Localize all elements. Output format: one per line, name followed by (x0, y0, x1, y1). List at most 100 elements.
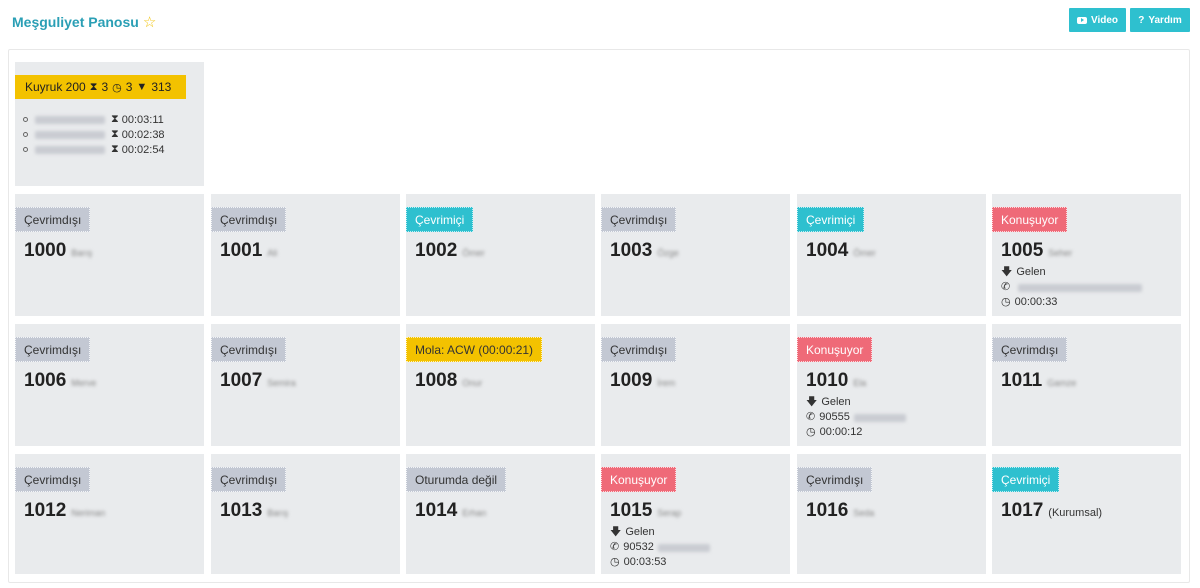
agent-card[interactable]: Konuşuyor 1005 Seher 🡇 Gelen ✆ ◷ 00:00:33 (992, 194, 1181, 316)
help-button[interactable]: ? Yardım (1130, 8, 1190, 32)
status-badge: Çevrimdışı (15, 207, 91, 232)
queue-call-item: 05313712182 ⧗ 00:03:11 (23, 112, 165, 127)
extension-number: 1005 (1001, 240, 1044, 261)
agent-card[interactable]: Çevrimdışı 1000 Barış (15, 194, 204, 316)
clock-icon: ◷ (112, 81, 122, 94)
extension-number: 1010 (806, 370, 849, 391)
agent-card[interactable]: Çevrimdışı 1001 Ali (211, 194, 400, 316)
caller-number: 05313712182 (35, 115, 105, 124)
page-header: Meşguliyet Panosu ☆ Video ? Yardım (0, 0, 1200, 44)
status-label: Çevrimdışı (24, 342, 82, 357)
status-label: Çevrimdışı (1001, 342, 1059, 357)
agent-name: Erhan (462, 508, 487, 518)
extension-block: 1013 Barış (220, 500, 288, 522)
status-badge: Mola: ACW (00:00:21) (406, 337, 543, 362)
status-label: Çevrimiçi (1001, 472, 1051, 487)
status-badge: Çevrimdışı (601, 337, 677, 362)
agent-name: (Kurumsal) (1048, 507, 1103, 519)
call-duration: 00:00:12 (819, 426, 863, 438)
agent-card[interactable]: Mola: ACW (00:00:21) 1008 Onur (406, 324, 595, 446)
call-duration: 00:00:33 (1014, 296, 1058, 308)
agent-card[interactable]: Çevrimdışı 1007 Semira (211, 324, 400, 446)
bullet-icon (23, 132, 28, 137)
agent-card[interactable]: Konuşuyor 1010 Ela 🡇 Gelen ✆ 90555 ◷ 00:00:12 (797, 324, 986, 446)
agent-name: Neriman (71, 508, 106, 518)
call-direction: Gelen (1016, 266, 1046, 278)
extension-number: 1006 (24, 370, 67, 391)
queue-call-list: 05313712182 ⧗ 00:03:11 05057965295 ⧗ 00:… (23, 112, 165, 157)
clock-icon: ◷ (806, 426, 816, 438)
help-button-label: Yardım (1148, 14, 1182, 26)
extension-number: 1011 (1001, 370, 1043, 391)
status-badge: Çevrimdışı (211, 207, 287, 232)
phone-icon: ✆ (806, 411, 816, 423)
agent-card[interactable]: Çevrimdışı 1011 Gamze (992, 324, 1181, 446)
status-badge: Konuşuyor (601, 467, 677, 492)
video-button[interactable]: Video (1069, 8, 1126, 32)
extension-block: 1008 Onur (415, 370, 482, 392)
status-label: Çevrimdışı (220, 342, 278, 357)
extension-block: 1006 Merve (24, 370, 96, 392)
phone-icon: ✆ (1001, 281, 1011, 293)
queue-waiting-count: 3 (101, 80, 109, 94)
agent-card[interactable]: Çevrimdışı 1016 Seda (797, 454, 986, 574)
extension-number: 1009 (610, 370, 653, 391)
hourglass-icon: ⧗ (111, 113, 119, 125)
extension-number: 1001 (220, 240, 263, 261)
queue-badge[interactable]: Kuyruk 200 ⧗ 3 ◷ 3 ▼ 313 (15, 75, 186, 99)
agent-card[interactable]: Çevrimdışı 1012 Neriman (15, 454, 204, 574)
extension-block: 1000 Barış (24, 240, 92, 262)
caller-number-masked (853, 413, 906, 422)
wait-time: 00:03:11 (121, 113, 164, 126)
status-badge: Çevrimiçi (406, 207, 474, 232)
agent-card[interactable]: Çevrimdışı 1009 İrem (601, 324, 790, 446)
wait-time: 00:02:38 (121, 128, 165, 141)
agent-card[interactable]: Çevrimdışı 1013 Barış (211, 454, 400, 574)
extension-number: 1004 (806, 240, 849, 261)
agent-name: Ali (267, 248, 278, 258)
agent-card[interactable]: Çevrimiçi 1002 Ömer (406, 194, 595, 316)
status-badge: Çevrimdışı (211, 337, 287, 362)
agent-name: Merve (71, 378, 97, 388)
extension-block: 1004 Ömer (806, 240, 876, 262)
status-label: Çevrimiçi (415, 212, 465, 227)
caller-number-masked (657, 543, 710, 552)
extension-number: 1000 (24, 240, 67, 261)
call-details: 🡇 Gelen ✆ 90555 ◷ 00:00:12 (806, 395, 906, 440)
extension-block: 1012 Neriman (24, 500, 105, 522)
extension-block: 1010 Ela (806, 370, 866, 392)
agent-name: Seda (853, 508, 875, 518)
queue-active-count: 3 (125, 80, 133, 94)
agent-name: Onur (462, 378, 483, 388)
agent-card[interactable]: Oturumda değil 1014 Erhan (406, 454, 595, 574)
status-badge: Çevrimdışı (601, 207, 677, 232)
status-label: Çevrimdışı (610, 342, 668, 357)
agent-name: Seher (1048, 248, 1073, 258)
agent-name: Gamze (1047, 378, 1077, 388)
agent-card[interactable]: Çevrimiçi 1004 Ömer (797, 194, 986, 316)
call-details: 🡇 Gelen ✆ 90532 ◷ 00:03:53 (610, 525, 710, 570)
caller-prefix: 90555 (819, 411, 850, 423)
extension-number: 1013 (220, 500, 263, 521)
status-label: Çevrimdışı (220, 472, 278, 487)
star-icon[interactable]: ☆ (143, 15, 156, 30)
agent-card[interactable]: Çevrimdışı 1006 Merve (15, 324, 204, 446)
agent-card[interactable]: Çevrimdışı 1003 Özge (601, 194, 790, 316)
status-label: Çevrimdışı (220, 212, 278, 227)
agent-card[interactable]: Çevrimiçi 1017 (Kurumsal) (992, 454, 1181, 574)
filter-icon: ▼ (136, 81, 148, 93)
extension-number: 1014 (415, 500, 458, 521)
call-direction: Gelen (625, 526, 655, 538)
page-title: Meşguliyet Panosu ☆ (12, 14, 156, 30)
extension-block: 1009 İrem (610, 370, 675, 392)
arrow-down-icon: 🡇 (1001, 266, 1013, 278)
status-label: Konuşuyor (806, 342, 864, 357)
bullet-icon (23, 147, 28, 152)
extension-block: 1014 Erhan (415, 500, 486, 522)
status-badge: Konuşuyor (797, 337, 873, 362)
youtube-icon (1076, 16, 1087, 24)
agent-card[interactable]: Konuşuyor 1015 Serap 🡇 Gelen ✆ 90532 ◷ 00:03:53 (601, 454, 790, 574)
queue-total-count: 313 (151, 80, 172, 94)
status-badge: Çevrimdışı (15, 337, 91, 362)
status-badge: Çevrimiçi (797, 207, 865, 232)
